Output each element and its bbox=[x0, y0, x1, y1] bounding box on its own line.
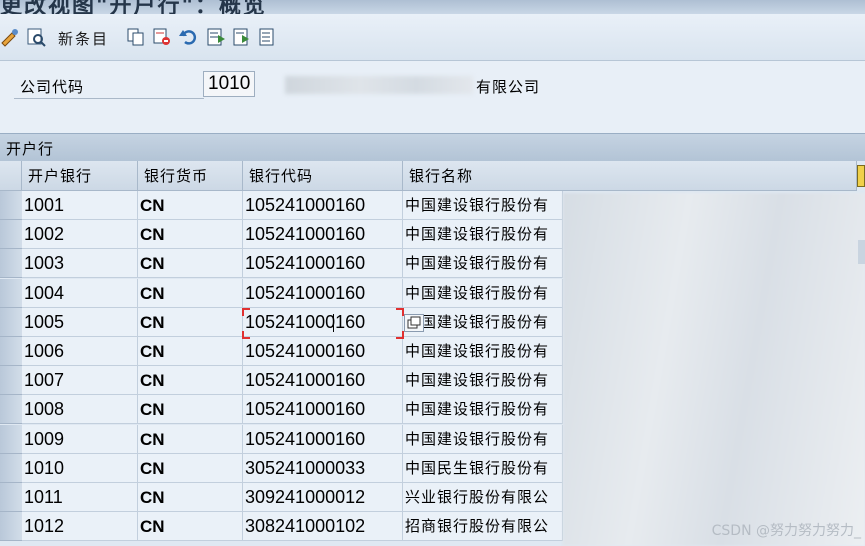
row-selector[interactable] bbox=[0, 278, 22, 308]
window-title: 更改视图"开户行"：概览 bbox=[0, 0, 267, 14]
currency-cell[interactable]: CN bbox=[138, 220, 243, 250]
bank-name-cell[interactable]: 中国建设银行股份有 bbox=[403, 220, 563, 250]
row-selector[interactable] bbox=[0, 307, 22, 337]
column-header-bank[interactable]: 开户银行 bbox=[22, 161, 138, 191]
value-help-icon[interactable] bbox=[404, 314, 424, 332]
redacted-area bbox=[563, 193, 865, 546]
row-selector[interactable] bbox=[0, 337, 22, 366]
currency-cell[interactable]: CN bbox=[138, 512, 243, 542]
bank-code-cell[interactable]: 305241000033 bbox=[243, 453, 403, 483]
bank-name-cell[interactable]: 中国建设银行股份有 bbox=[403, 249, 563, 279]
window-title-bar: 更改视图"开户行"：概览 bbox=[0, 0, 865, 14]
company-name-suffix: 有限公司 bbox=[476, 78, 541, 96]
bank-id-cell[interactable]: 1010 bbox=[22, 453, 138, 483]
bank-code-cell[interactable]: 105241000160 bbox=[243, 220, 403, 250]
watermark: CSDN @努力努力努力_ bbox=[711, 523, 861, 539]
column-settings-icon[interactable] bbox=[857, 165, 865, 187]
header-area bbox=[0, 61, 865, 133]
bank-id-cell[interactable]: 1005 bbox=[22, 307, 138, 337]
bank-name-cell[interactable]: 中国建设银行股份有 bbox=[403, 307, 563, 337]
bank-name-cell[interactable]: 招商银行股份有限公 bbox=[403, 512, 563, 542]
details-icon[interactable] bbox=[26, 27, 46, 47]
focus-corner-bl bbox=[242, 331, 250, 339]
company-code-label: 公司代码 bbox=[20, 78, 85, 96]
bank-id-cell[interactable]: 1009 bbox=[22, 424, 138, 454]
focus-corner-tr bbox=[396, 308, 404, 316]
bank-name-cell[interactable]: 中国建设银行股份有 bbox=[403, 366, 563, 396]
currency-cell[interactable]: CN bbox=[138, 249, 243, 279]
deselect-all-icon[interactable] bbox=[258, 27, 278, 47]
row-selector[interactable] bbox=[0, 249, 22, 279]
new-entries-button[interactable]: 新条目 bbox=[58, 28, 109, 49]
row-selector[interactable] bbox=[0, 483, 22, 512]
bank-name-cell[interactable]: 兴业银行股份有限公 bbox=[403, 483, 563, 512]
select-block-icon[interactable] bbox=[232, 27, 252, 47]
bank-name-cell[interactable]: 中国建设银行股份有 bbox=[403, 278, 563, 308]
currency-cell[interactable]: CN bbox=[138, 424, 243, 454]
section-header: 开户行 bbox=[0, 133, 865, 161]
bank-code-cell[interactable]: 105241000160 bbox=[243, 191, 403, 220]
change-display-icon[interactable] bbox=[0, 27, 20, 47]
section-title: 开户行 bbox=[6, 140, 55, 158]
currency-cell[interactable]: CN bbox=[138, 483, 243, 512]
row-selector[interactable] bbox=[0, 395, 22, 425]
bank-code-cell[interactable]: 308241000102 bbox=[243, 512, 403, 542]
bank-code-cell[interactable]: 105241000160 bbox=[243, 366, 403, 396]
bank-code-cell[interactable]: 105241000160 bbox=[243, 424, 403, 454]
row-selector[interactable] bbox=[0, 220, 22, 250]
bank-name-cell[interactable]: 中国建设银行股份有 bbox=[403, 191, 563, 220]
delete-icon[interactable] bbox=[152, 27, 172, 47]
copy-icon[interactable] bbox=[126, 27, 146, 47]
currency-cell[interactable]: CN bbox=[138, 453, 243, 483]
bank-name-cell[interactable]: 中国建设银行股份有 bbox=[403, 424, 563, 454]
bank-id-cell[interactable]: 1011 bbox=[22, 483, 138, 512]
row-selector[interactable] bbox=[0, 453, 22, 483]
bank-id-cell[interactable]: 1006 bbox=[22, 337, 138, 366]
bank-id-cell[interactable]: 1008 bbox=[22, 395, 138, 425]
select-all-rows-button[interactable] bbox=[0, 161, 22, 191]
row-selector[interactable] bbox=[0, 366, 22, 396]
focus-corner-tl bbox=[242, 308, 250, 316]
currency-cell[interactable]: CN bbox=[138, 395, 243, 425]
application-toolbar: 新条目 bbox=[0, 14, 865, 61]
bank-id-cell[interactable]: 1007 bbox=[22, 366, 138, 396]
currency-cell[interactable]: CN bbox=[138, 191, 243, 220]
select-all-icon[interactable] bbox=[206, 27, 226, 47]
label-underline bbox=[14, 98, 204, 99]
bank-code-cell[interactable]: 105241000160 bbox=[243, 278, 403, 308]
bank-id-cell[interactable]: 1002 bbox=[22, 220, 138, 250]
bank-name-cell[interactable]: 中国建设银行股份有 bbox=[403, 395, 563, 425]
bank-code-cell[interactable]: 105241000160 bbox=[243, 249, 403, 279]
company-code-field[interactable]: 1010 bbox=[203, 71, 255, 97]
bank-name-cell[interactable]: 中国建设银行股份有 bbox=[403, 337, 563, 366]
row-selector[interactable] bbox=[0, 191, 22, 220]
column-header-code[interactable]: 银行代码 bbox=[243, 161, 403, 191]
text-cursor bbox=[333, 314, 334, 332]
bank-id-cell[interactable]: 1003 bbox=[22, 249, 138, 279]
vertical-scrollbar[interactable] bbox=[858, 240, 865, 264]
row-selector[interactable] bbox=[0, 512, 22, 542]
bank-name-cell[interactable]: 中国民生银行股份有 bbox=[403, 453, 563, 483]
bank-code-cell[interactable]: 105241000160 bbox=[243, 307, 403, 337]
bank-code-cell[interactable]: 105241000160 bbox=[243, 395, 403, 425]
row-selector[interactable] bbox=[0, 424, 22, 454]
bank-id-cell[interactable]: 1012 bbox=[22, 512, 138, 542]
currency-cell[interactable]: CN bbox=[138, 366, 243, 396]
bank-id-cell[interactable]: 1004 bbox=[22, 278, 138, 308]
column-header-currency[interactable]: 银行货币 bbox=[138, 161, 243, 191]
currency-cell[interactable]: CN bbox=[138, 337, 243, 366]
bank-code-cell[interactable]: 309241000012 bbox=[243, 483, 403, 512]
bank-id-cell[interactable]: 1001 bbox=[22, 191, 138, 220]
currency-cell[interactable]: CN bbox=[138, 278, 243, 308]
column-header-name[interactable]: 银行名称 bbox=[403, 161, 857, 191]
company-name-redacted bbox=[285, 76, 473, 94]
undo-icon[interactable] bbox=[178, 27, 198, 47]
bank-code-cell[interactable]: 105241000160 bbox=[243, 337, 403, 366]
currency-cell[interactable]: CN bbox=[138, 307, 243, 337]
focus-corner-br bbox=[396, 331, 404, 339]
